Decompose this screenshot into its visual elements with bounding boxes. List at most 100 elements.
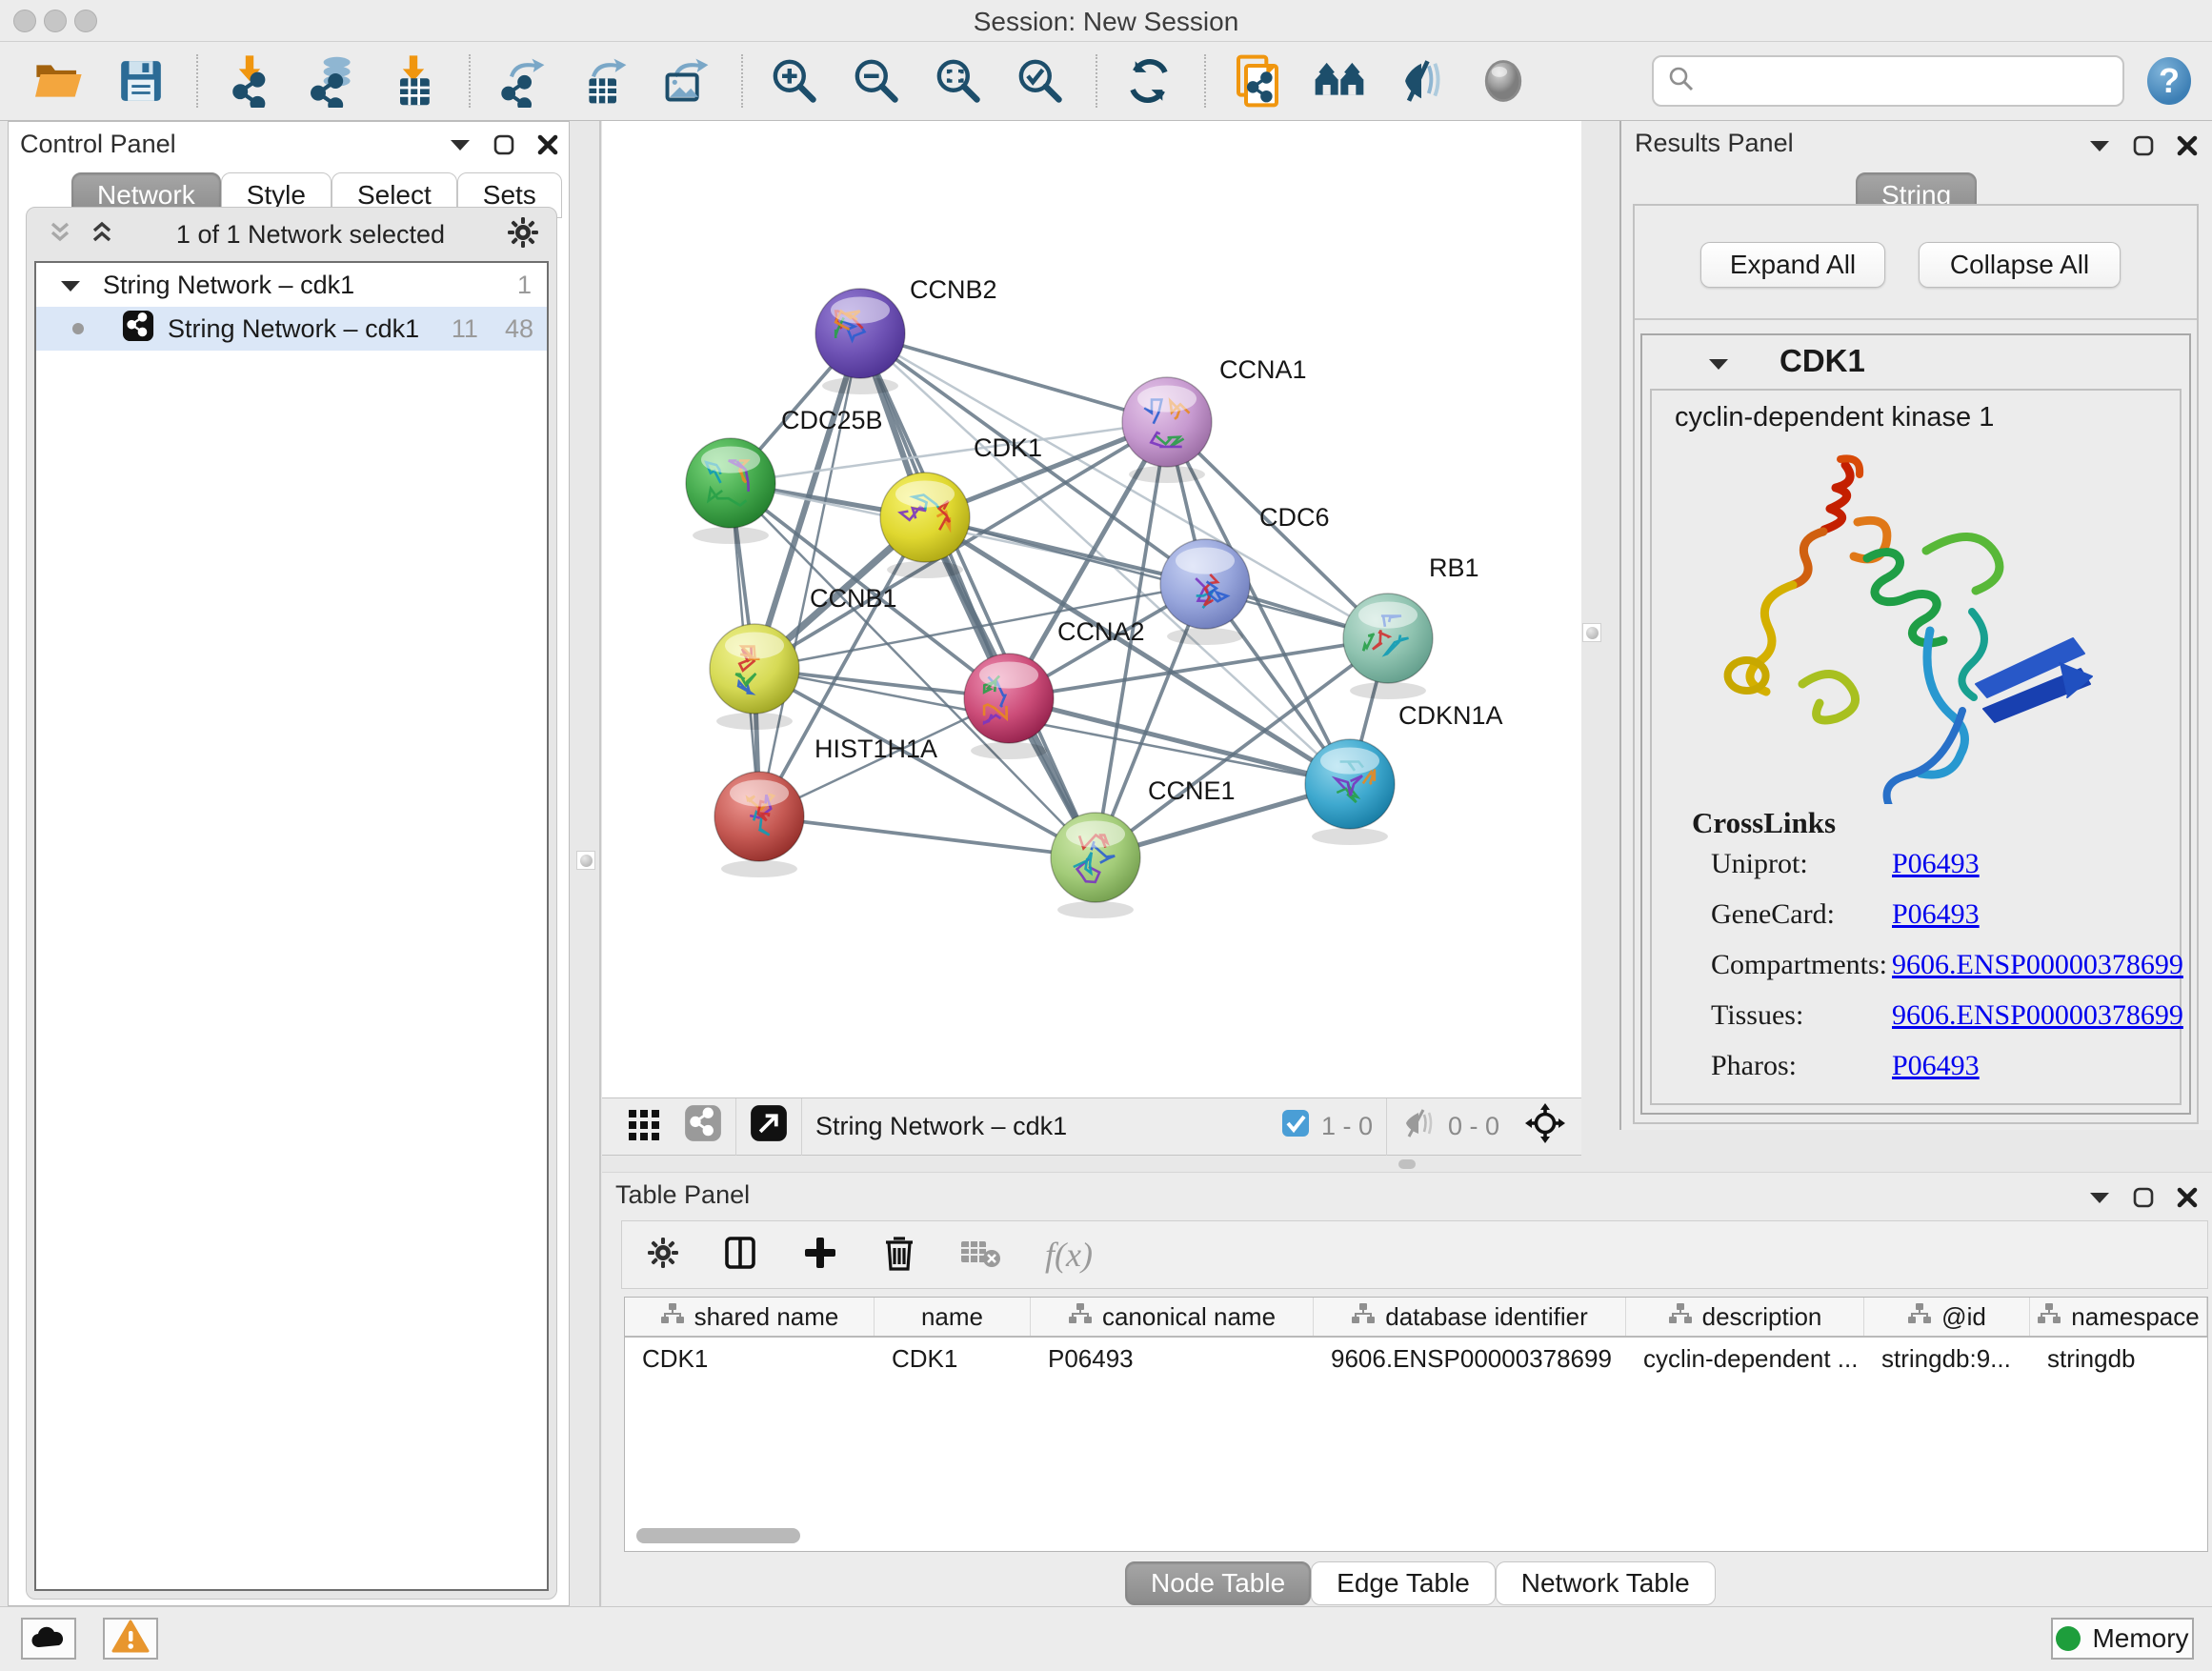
expand-all-networks-icon[interactable] <box>90 220 114 250</box>
node-label-CCNA2: CCNA2 <box>1057 617 1145 646</box>
save-session-icon[interactable] <box>114 52 168 110</box>
selected-checkbox-icon[interactable] <box>1281 1109 1310 1144</box>
network-collection-row[interactable]: String Network – cdk1 1 <box>36 263 547 307</box>
column-header--id[interactable]: @id <box>1864 1298 2030 1336</box>
cell-canonical-name[interactable]: P06493 <box>1031 1344 1314 1374</box>
clone-network-icon[interactable] <box>1231 52 1284 110</box>
cloud-button[interactable] <box>21 1618 76 1660</box>
cell-name[interactable]: CDK1 <box>875 1344 1031 1374</box>
left-splitter[interactable] <box>599 121 601 1606</box>
cell-namespace[interactable]: stringdb <box>2030 1344 2207 1374</box>
close-panel-icon[interactable] <box>2176 134 2199 162</box>
column-header-database-identifier[interactable]: database identifier <box>1314 1298 1626 1336</box>
crosslink-value-link[interactable]: 9606.ENSP00000378699 <box>1892 999 2183 1032</box>
float-panel-icon[interactable] <box>493 133 515 161</box>
create-column-icon[interactable] <box>801 1234 839 1277</box>
open-session-icon[interactable] <box>32 52 86 110</box>
zoom-selected-icon[interactable] <box>1014 52 1067 110</box>
export-network-icon[interactable] <box>495 52 549 110</box>
column-header-namespace[interactable]: namespace <box>2030 1298 2207 1336</box>
collapse-all-networks-icon[interactable] <box>48 220 72 250</box>
edge-CDK1-RB1[interactable] <box>925 517 1388 638</box>
grid-view-icon[interactable] <box>625 1104 663 1149</box>
show-graphics-preview-icon[interactable] <box>1477 52 1530 110</box>
export-image-icon[interactable] <box>659 52 713 110</box>
import-network-database-icon[interactable] <box>305 52 358 110</box>
import-network-file-icon[interactable] <box>223 52 276 110</box>
delete-column-icon[interactable] <box>881 1233 917 1278</box>
refresh-view-icon[interactable] <box>1122 52 1176 110</box>
export-table-icon[interactable] <box>577 52 631 110</box>
help-button[interactable]: ? <box>2147 57 2191 105</box>
gene-expander-icon[interactable] <box>1707 356 1730 376</box>
network-thumbnail-icon[interactable] <box>684 1104 722 1149</box>
expand-all-button[interactable]: Expand All <box>1700 242 1885 288</box>
node-CCNA1[interactable] <box>1122 377 1212 483</box>
node-CCNB2[interactable] <box>815 289 905 394</box>
import-table-icon[interactable] <box>387 52 440 110</box>
left-splitter-handle[interactable] <box>576 851 595 870</box>
crosslink-value-link[interactable]: P06493 <box>1892 848 1980 880</box>
collapse-panel-icon[interactable] <box>2088 138 2111 158</box>
zoom-out-icon[interactable] <box>850 52 903 110</box>
crosslink-value-link[interactable]: P06493 <box>1892 898 1980 931</box>
network-row[interactable]: String Network – cdk1 11 48 <box>36 307 547 351</box>
column-header-name[interactable]: name <box>875 1298 1031 1336</box>
network-canvas[interactable]: CCNB2 CCNA1 CDC25B CDK1 CDC6 <box>602 121 1581 1097</box>
node-CCNE1[interactable] <box>1051 813 1140 918</box>
node-CCNB1[interactable] <box>710 624 799 730</box>
hidden-eye-icon[interactable] <box>1400 1108 1437 1145</box>
zoom-in-icon[interactable] <box>768 52 821 110</box>
close-panel-icon[interactable] <box>536 133 559 161</box>
edge-CCNB2-CCNA1[interactable] <box>860 333 1167 422</box>
collapse-panel-icon[interactable] <box>449 137 472 157</box>
detach-view-icon[interactable] <box>750 1104 788 1149</box>
warnings-button[interactable] <box>103 1618 158 1660</box>
crosslinks-title: CrossLinks <box>1692 806 1836 840</box>
network-manager: 1 of 1 Network selected String Network –… <box>26 207 557 1600</box>
hide-graphics-details-icon[interactable] <box>1395 52 1448 110</box>
birds-eye-view-icon[interactable] <box>1524 1102 1566 1151</box>
float-panel-icon[interactable] <box>2132 1186 2155 1214</box>
network-options-gear-icon[interactable] <box>507 216 539 253</box>
collection-expander-icon[interactable] <box>59 271 82 300</box>
horizontal-scrollbar[interactable] <box>636 1528 800 1543</box>
crosslink-value-link[interactable]: 9606.ENSP00000378699 <box>1892 949 2183 981</box>
close-panel-icon[interactable] <box>2176 1186 2199 1214</box>
tab-node-table[interactable]: Node Table <box>1125 1561 1311 1605</box>
show-columns-icon[interactable] <box>721 1234 759 1277</box>
node-CDKN1A[interactable] <box>1305 739 1395 845</box>
zoom-fit-icon[interactable] <box>932 52 985 110</box>
control-panel: Control Panel NetworkStyleSelectSets 1 o… <box>8 121 570 1606</box>
status-bar: Memory <box>0 1606 2212 1671</box>
cell--id[interactable]: stringdb:9... <box>1864 1344 2030 1374</box>
tab-network-table[interactable]: Network Table <box>1496 1561 1716 1605</box>
column-header-canonical-name[interactable]: canonical name <box>1031 1298 1314 1336</box>
cell-database-identifier[interactable]: 9606.ENSP00000378699 <box>1314 1344 1626 1374</box>
memory-button[interactable]: Memory <box>2051 1618 2194 1660</box>
bottom-splitter-handle[interactable] <box>1398 1159 1416 1169</box>
node-CDC25B[interactable] <box>686 438 775 544</box>
collapse-all-button[interactable]: Collapse All <box>1919 242 2121 288</box>
right-splitter-handle[interactable] <box>1582 623 1601 642</box>
node-CDK1[interactable] <box>880 473 970 578</box>
node-RB1[interactable] <box>1343 594 1433 699</box>
search-box[interactable] <box>1652 55 2124 107</box>
tab-edge-table[interactable]: Edge Table <box>1311 1561 1496 1605</box>
table-row[interactable]: CDK1CDK1P064939606.ENSP00000378699cyclin… <box>625 1338 2207 1379</box>
node-HIST1H1A[interactable] <box>714 772 804 877</box>
column-header-shared-name[interactable]: shared name <box>625 1298 875 1336</box>
node-label-RB1: RB1 <box>1429 554 1479 582</box>
shared-column-icon <box>1668 1302 1693 1332</box>
float-panel-icon[interactable] <box>2132 134 2155 162</box>
edge-HIST1H1A-CCNE1[interactable] <box>759 816 1096 857</box>
table-options-gear-icon[interactable] <box>647 1237 679 1274</box>
cell-description[interactable]: cyclin-dependent ... <box>1626 1344 1864 1374</box>
column-header-description[interactable]: description <box>1626 1298 1864 1336</box>
cell-shared-name[interactable]: CDK1 <box>625 1344 875 1374</box>
delete-table-icon <box>959 1236 1003 1275</box>
search-input[interactable] <box>1696 67 2096 96</box>
collapse-panel-icon[interactable] <box>2088 1190 2111 1210</box>
string-home-icon[interactable] <box>1313 52 1366 110</box>
crosslink-value-link[interactable]: P06493 <box>1892 1050 1980 1082</box>
